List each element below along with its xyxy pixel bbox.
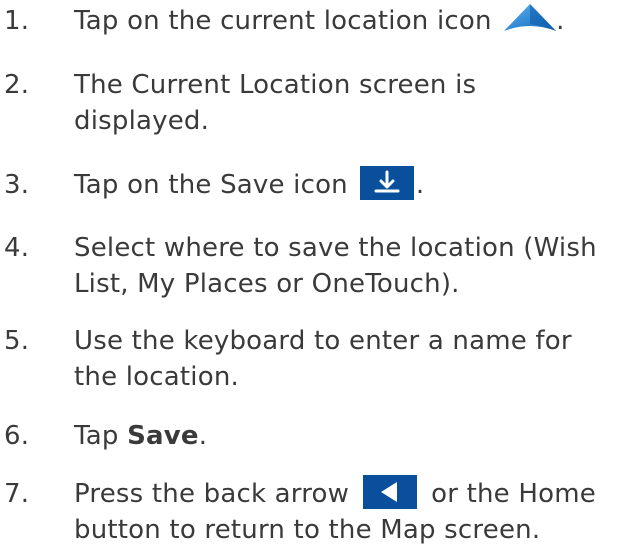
step-text: Use the keyboard to enter a name for the…: [74, 323, 634, 395]
step-number: 3.: [4, 170, 30, 200]
step-text-end: or the Home: [431, 479, 596, 509]
save-icon: [359, 165, 414, 200]
step-text: Select where to save the location (Wish …: [74, 230, 634, 302]
step-text: Press the back arrow or the Home button t…: [74, 474, 634, 548]
step-text: Tap on the current location icon .: [74, 3, 634, 39]
step-number: 2.: [4, 70, 30, 100]
bold-save-label: Save: [127, 421, 199, 451]
step-text: The Current Location screen is displayed…: [74, 67, 634, 139]
step-number: 1.: [4, 6, 30, 36]
step-text-start: Press the back arrow: [74, 479, 350, 509]
step-number: 6.: [4, 421, 30, 451]
step-text-line-2: the location.: [74, 362, 239, 392]
step-number: 4.: [4, 233, 30, 263]
step-text-start: Tap on the current location icon: [74, 6, 501, 36]
step-text-line-1: Press the back arrow or the Home: [74, 474, 634, 512]
step-number: 7.: [4, 479, 30, 509]
step-text: Tap Save.: [74, 418, 634, 454]
step-text-start: Tap on the Save icon: [74, 170, 348, 200]
step-text: Tap on the Save icon.: [74, 165, 634, 203]
back-arrow-icon: [363, 474, 418, 509]
step-text-line-1: The Current Location screen is: [74, 70, 477, 100]
step-text-start: Tap: [74, 421, 128, 451]
current-location-icon: [502, 1, 558, 35]
step-text-line-1: Select where to save the location (Wish: [74, 233, 597, 263]
step-text-line-2: List, My Places or OneTouch).: [74, 269, 460, 299]
step-text-end: .: [415, 170, 425, 200]
step-text-line-2: button to return to the Map screen.: [74, 515, 541, 545]
step-text-line-2: displayed.: [74, 106, 210, 136]
step-number: 5.: [4, 326, 30, 356]
step-text-line-1: Use the keyboard to enter a name for: [74, 326, 572, 356]
step-text-end: .: [198, 421, 208, 451]
